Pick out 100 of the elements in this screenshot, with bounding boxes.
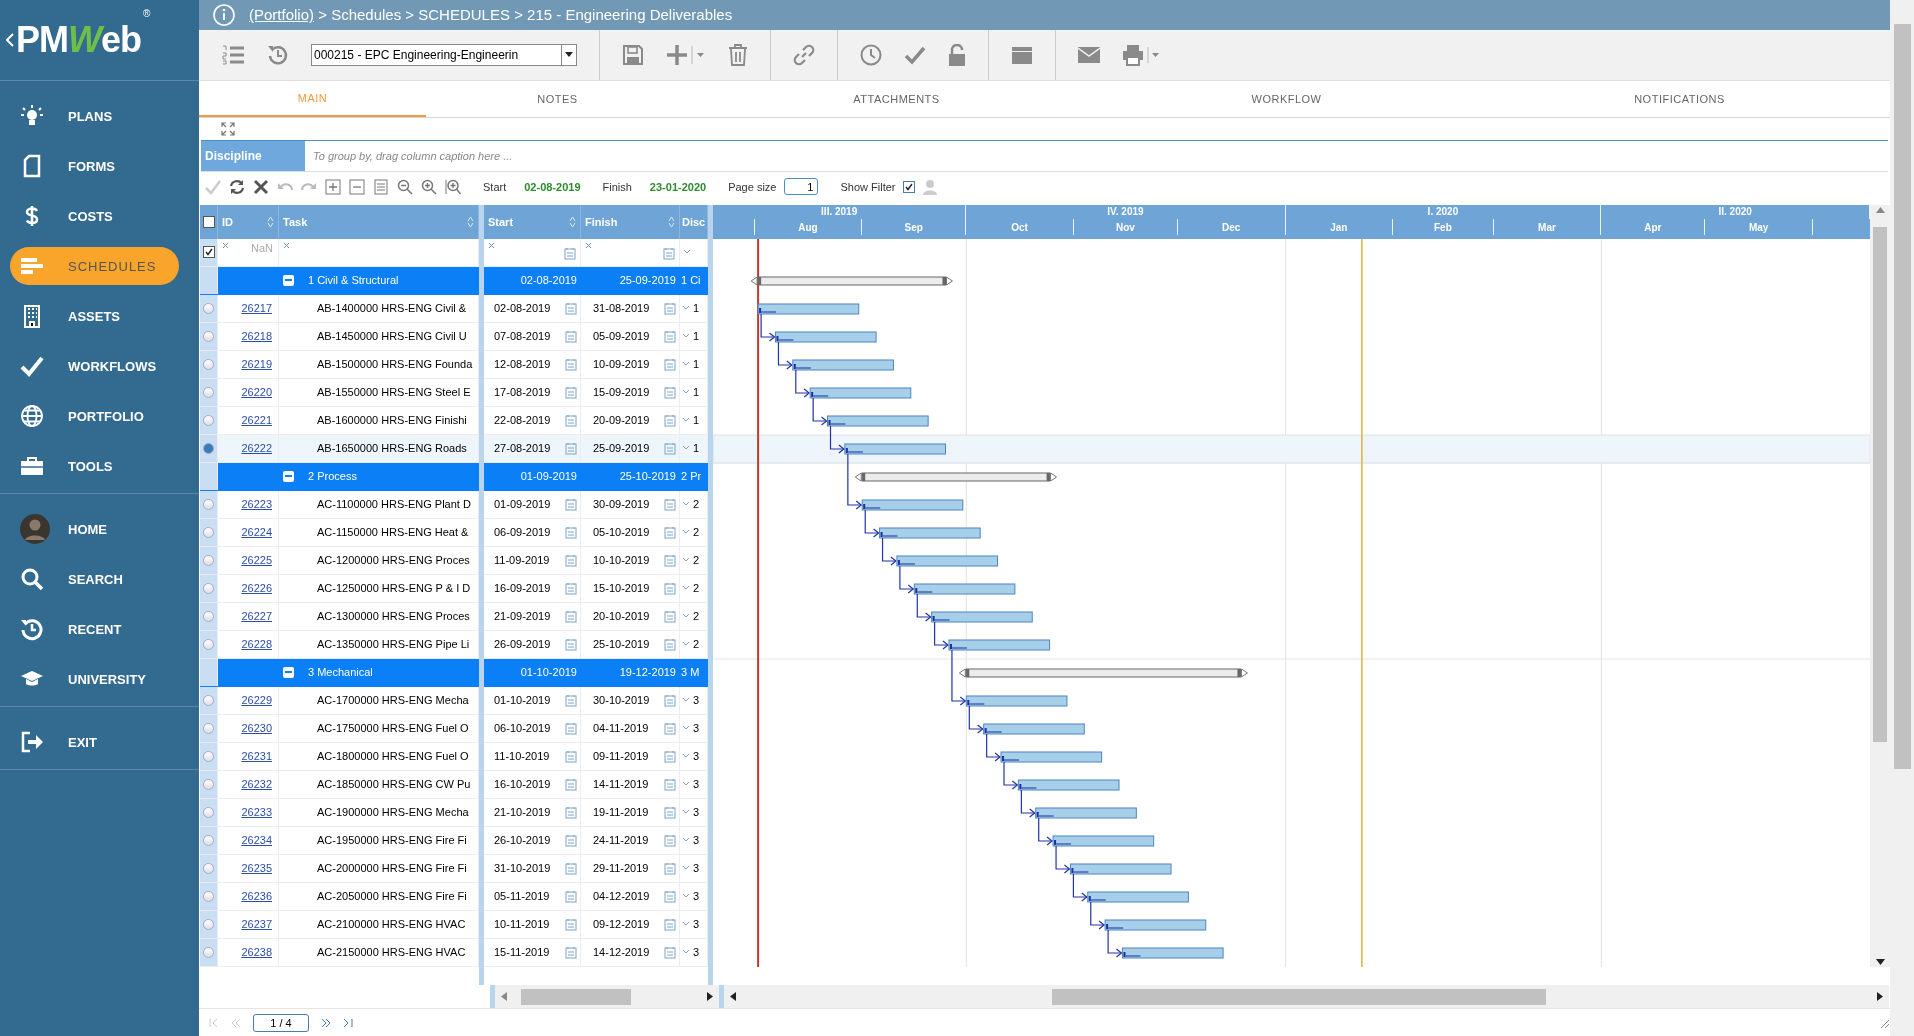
expand-all-icon[interactable] bbox=[325, 178, 341, 195]
id-link[interactable]: 26218 bbox=[241, 330, 272, 343]
checkmark-icon[interactable] bbox=[205, 178, 221, 195]
table-row[interactable]: 26221 AB-1600000 HRS-ENG Finishi bbox=[200, 406, 479, 435]
zoom-out-icon[interactable] bbox=[397, 178, 413, 195]
table-row[interactable]: 26224 AC-1150000 HRS-ENG Heat & bbox=[200, 518, 479, 547]
last-page-icon[interactable] bbox=[343, 1017, 353, 1028]
table-row[interactable]: 26220 AB-1550000 HRS-ENG Steel E bbox=[200, 378, 479, 407]
table-row[interactable]: 26228 AC-1350000 HRS-ENG Pipe Li bbox=[200, 630, 479, 659]
save-icon[interactable] bbox=[622, 43, 644, 66]
nav-item[interactable]: WORKFLOWS bbox=[10, 347, 179, 385]
nav-item[interactable]: SEARCH bbox=[10, 560, 179, 598]
nav-item[interactable]: SCHEDULES bbox=[10, 247, 179, 285]
scroll-down-icon[interactable] bbox=[1875, 958, 1885, 965]
nav-item[interactable]: EXIT bbox=[10, 723, 179, 761]
id-link[interactable]: 26224 bbox=[241, 526, 272, 539]
table-row[interactable]: 26225 AC-1200000 HRS-ENG Proces bbox=[200, 546, 479, 575]
id-link[interactable]: 26228 bbox=[241, 638, 272, 651]
row-radio[interactable] bbox=[203, 610, 214, 622]
row-radio[interactable] bbox=[203, 498, 214, 510]
select-all-checkbox[interactable] bbox=[202, 215, 215, 228]
user-icon[interactable] bbox=[923, 178, 938, 195]
nav-item[interactable]: COSTS bbox=[10, 197, 179, 235]
table-row[interactable]: 26227 AC-1300000 HRS-ENG Proces bbox=[200, 602, 479, 631]
document-lines-icon[interactable] bbox=[373, 178, 389, 195]
back-chevron-icon[interactable] bbox=[6, 33, 14, 47]
zoom-in-icon[interactable] bbox=[421, 178, 437, 195]
page-field[interactable]: 1 / 4 bbox=[253, 1013, 309, 1032]
table-row[interactable]: 26222 AB-1650000 HRS-ENG Roads bbox=[200, 434, 479, 463]
tab[interactable]: NOTIFICATIONS bbox=[1469, 80, 1890, 118]
mail-icon[interactable] bbox=[1078, 46, 1100, 63]
group-row[interactable]: 02-08-2019 25-09-2019 1 Ci bbox=[484, 266, 708, 295]
table-row[interactable]: 26234 AC-1950000 HRS-ENG Fire Fi bbox=[200, 826, 479, 855]
collapse-icon[interactable] bbox=[283, 470, 294, 482]
history-icon[interactable] bbox=[267, 43, 289, 66]
table-row[interactable]: 26223 AC-1100000 HRS-ENG Plant D bbox=[200, 490, 479, 519]
id-link[interactable]: 26223 bbox=[241, 498, 272, 511]
group-row[interactable]: 01-09-2019 25-10-2019 2 Pr bbox=[484, 462, 708, 491]
nav-item[interactable]: UNIVERSITY bbox=[10, 660, 179, 698]
id-link[interactable]: 26235 bbox=[241, 862, 272, 875]
collapse-icon[interactable] bbox=[283, 666, 294, 678]
row-radio[interactable] bbox=[203, 806, 214, 818]
first-page-icon[interactable] bbox=[209, 1017, 219, 1028]
scrollbar[interactable] bbox=[1870, 204, 1890, 967]
row-radio[interactable] bbox=[203, 302, 214, 314]
id-link[interactable]: 26229 bbox=[241, 694, 272, 707]
id-link[interactable]: 26238 bbox=[241, 946, 272, 959]
row-radio[interactable] bbox=[203, 358, 214, 370]
next-page-icon[interactable] bbox=[321, 1017, 331, 1028]
previous-page-icon[interactable] bbox=[231, 1017, 241, 1028]
row-radio[interactable] bbox=[203, 638, 214, 650]
nav-item[interactable]: PLANS bbox=[10, 97, 179, 135]
cancel-changes-icon[interactable] bbox=[253, 178, 269, 195]
row-radio[interactable] bbox=[203, 694, 214, 706]
group-row[interactable]: 1 Civil & Structural bbox=[200, 266, 479, 295]
row-radio[interactable] bbox=[203, 582, 214, 594]
scrollbar[interactable] bbox=[1890, 0, 1914, 1036]
fullscreen-icon[interactable] bbox=[221, 122, 235, 137]
id-link[interactable]: 26222 bbox=[241, 442, 272, 455]
id-link[interactable]: 26233 bbox=[241, 806, 272, 819]
record-dropdown[interactable]: 000215 - EPC Engineering-Engineerin bbox=[311, 43, 577, 66]
scroll-up-icon[interactable] bbox=[1875, 206, 1885, 213]
tab[interactable]: ATTACHMENTS bbox=[689, 80, 1104, 118]
id-filter-field[interactable]: NaN bbox=[229, 241, 273, 254]
page-size-field[interactable]: 1 bbox=[784, 178, 819, 196]
tab[interactable]: WORKFLOW bbox=[1104, 80, 1469, 118]
table-row[interactable]: 26232 AC-1850000 HRS-ENG CW Pu bbox=[200, 770, 479, 799]
row-radio[interactable] bbox=[203, 526, 214, 538]
nav-item[interactable]: RECENT bbox=[10, 610, 179, 648]
collapse-all-icon[interactable] bbox=[349, 178, 365, 195]
table-row[interactable]: 26226 AC-1250000 HRS-ENG P & I D bbox=[200, 574, 479, 603]
nav-item[interactable]: TOOLS bbox=[10, 447, 179, 485]
unlocked-padlock-icon[interactable] bbox=[948, 43, 966, 66]
id-link[interactable]: 26219 bbox=[241, 358, 272, 371]
table-row[interactable]: 26219 AB-1500000 HRS-ENG Founda bbox=[200, 350, 479, 379]
table-row[interactable]: 26233 AC-1900000 HRS-ENG Mecha bbox=[200, 798, 479, 827]
row-radio[interactable] bbox=[203, 554, 214, 566]
table-row[interactable]: 26238 AC-2150000 HRS-ENG HVAC bbox=[200, 938, 479, 967]
collapse-icon[interactable] bbox=[283, 274, 294, 286]
trash-icon[interactable] bbox=[728, 43, 748, 66]
row-radio[interactable] bbox=[203, 778, 214, 790]
id-link[interactable]: 26220 bbox=[241, 386, 272, 399]
nav-item[interactable]: ASSETS bbox=[10, 297, 179, 335]
tab[interactable]: NOTES bbox=[426, 80, 689, 118]
numbered-list-icon[interactable] bbox=[221, 43, 245, 66]
table-row[interactable]: 26236 AC-2050000 HRS-ENG Fire Fi bbox=[200, 882, 479, 911]
table-row[interactable]: 26230 AC-1750000 HRS-ENG Fuel O bbox=[200, 714, 479, 743]
row-radio[interactable] bbox=[203, 414, 214, 426]
printer-icon[interactable] bbox=[1122, 43, 1162, 66]
filter-checkbox[interactable] bbox=[202, 246, 215, 259]
id-link[interactable]: 26236 bbox=[241, 890, 272, 903]
table-row[interactable]: 26231 AC-1800000 HRS-ENG Fuel O bbox=[200, 742, 479, 771]
row-radio[interactable] bbox=[203, 442, 214, 454]
refresh-icon[interactable] bbox=[229, 178, 245, 195]
nav-item[interactable]: PORTFOLIO bbox=[10, 397, 179, 435]
row-radio[interactable] bbox=[203, 890, 214, 902]
link-icon[interactable] bbox=[793, 43, 815, 66]
row-radio[interactable] bbox=[203, 918, 214, 930]
scrollbar[interactable] bbox=[724, 985, 1889, 1009]
nav-item[interactable]: FORMS bbox=[10, 147, 179, 185]
